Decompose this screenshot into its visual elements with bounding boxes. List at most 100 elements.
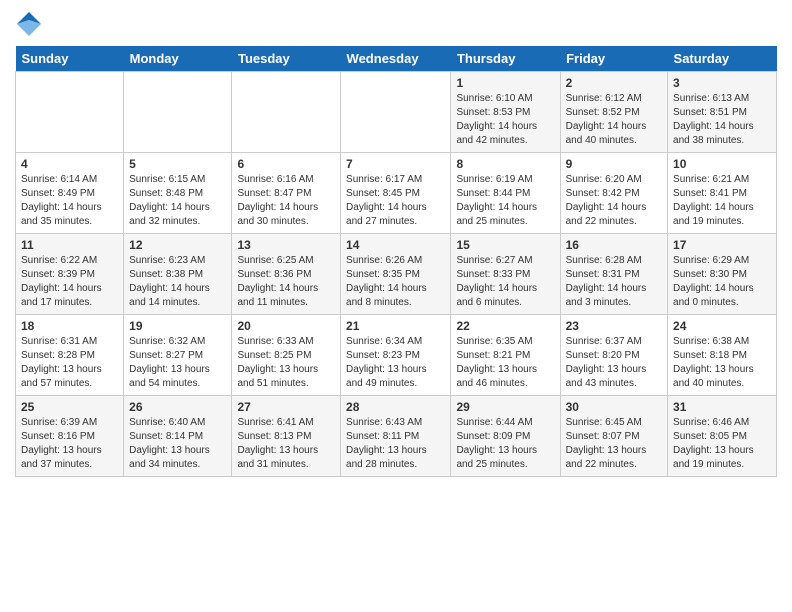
calendar-week-row: 18 Sunrise: 6:31 AM Sunset: 8:28 PM Dayli… — [16, 315, 777, 396]
calendar-cell: 19 Sunrise: 6:32 AM Sunset: 8:27 PM Dayli… — [124, 315, 232, 396]
calendar-cell: 22 Sunrise: 6:35 AM Sunset: 8:21 PM Dayli… — [451, 315, 560, 396]
day-info: Sunrise: 6:45 AM Sunset: 8:07 PM Dayligh… — [566, 416, 662, 472]
calendar-cell: 11 Sunrise: 6:22 AM Sunset: 8:39 PM Dayli… — [16, 234, 124, 315]
day-number: 12 — [129, 238, 226, 252]
weekday-header: Sunday — [16, 46, 124, 72]
day-info: Sunrise: 6:37 AM Sunset: 8:20 PM Dayligh… — [566, 335, 662, 391]
calendar-cell: 28Sunrise: 6:43 AM Sunset: 8:11 PM Dayli… — [341, 396, 451, 477]
day-number: 18 — [21, 319, 118, 333]
day-info: Sunrise: 6:17 AM Sunset: 8:45 PM Dayligh… — [346, 173, 445, 229]
day-info: Sunrise: 6:35 AM Sunset: 8:21 PM Dayligh… — [456, 335, 554, 391]
calendar-cell: 12Sunrise: 6:23 AM Sunset: 8:38 PM Dayli… — [124, 234, 232, 315]
day-number: 7 — [346, 157, 445, 171]
day-number: 17 — [673, 238, 771, 252]
calendar-cell: 16 Sunrise: 6:28 AM Sunset: 8:31 PM Dayli… — [560, 234, 667, 315]
day-info: Sunrise: 6:14 AM Sunset: 8:49 PM Dayligh… — [21, 173, 118, 229]
calendar-cell: 29 Sunrise: 6:44 AM Sunset: 8:09 PM Dayli… — [451, 396, 560, 477]
calendar-cell: 6 Sunrise: 6:16 AM Sunset: 8:47 PM Daylig… — [232, 153, 341, 234]
calendar-week-row: 11 Sunrise: 6:22 AM Sunset: 8:39 PM Dayli… — [16, 234, 777, 315]
day-number: 27 — [237, 400, 335, 414]
calendar-cell: 21Sunrise: 6:34 AM Sunset: 8:23 PM Dayli… — [341, 315, 451, 396]
day-info: Sunrise: 6:34 AM Sunset: 8:23 PM Dayligh… — [346, 335, 445, 391]
day-number: 4 — [21, 157, 118, 171]
calendar-cell: 23Sunrise: 6:37 AM Sunset: 8:20 PM Dayli… — [560, 315, 667, 396]
day-info: Sunrise: 6:40 AM Sunset: 8:14 PM Dayligh… — [129, 416, 226, 472]
day-number: 16 — [566, 238, 662, 252]
calendar-body: 1 Sunrise: 6:10 AM Sunset: 8:53 PM Daylig… — [16, 72, 777, 477]
day-info: Sunrise: 6:44 AM Sunset: 8:09 PM Dayligh… — [456, 416, 554, 472]
weekday-header: Friday — [560, 46, 667, 72]
day-number: 5 — [129, 157, 226, 171]
calendar-cell: 4 Sunrise: 6:14 AM Sunset: 8:49 PM Daylig… — [16, 153, 124, 234]
day-number: 14 — [346, 238, 445, 252]
day-number: 10 — [673, 157, 771, 171]
calendar-cell — [16, 72, 124, 153]
weekday-header: Tuesday — [232, 46, 341, 72]
calendar-cell — [341, 72, 451, 153]
day-number: 29 — [456, 400, 554, 414]
calendar-cell: 13Sunrise: 6:25 AM Sunset: 8:36 PM Dayli… — [232, 234, 341, 315]
day-number: 9 — [566, 157, 662, 171]
calendar-cell: 10 Sunrise: 6:21 AM Sunset: 8:41 PM Dayli… — [668, 153, 777, 234]
day-number: 31 — [673, 400, 771, 414]
day-info: Sunrise: 6:13 AM Sunset: 8:51 PM Dayligh… — [673, 92, 771, 148]
calendar-cell: 14 Sunrise: 6:26 AM Sunset: 8:35 PM Dayli… — [341, 234, 451, 315]
calendar-cell: 24 Sunrise: 6:38 AM Sunset: 8:18 PM Dayli… — [668, 315, 777, 396]
day-info: Sunrise: 6:31 AM Sunset: 8:28 PM Dayligh… — [21, 335, 118, 391]
calendar-cell: 17 Sunrise: 6:29 AM Sunset: 8:30 PM Dayli… — [668, 234, 777, 315]
calendar-week-row: 25Sunrise: 6:39 AM Sunset: 8:16 PM Dayli… — [16, 396, 777, 477]
day-info: Sunrise: 6:22 AM Sunset: 8:39 PM Dayligh… — [21, 254, 118, 310]
logo — [15, 10, 47, 38]
day-number: 20 — [237, 319, 335, 333]
calendar-cell: 3 Sunrise: 6:13 AM Sunset: 8:51 PM Daylig… — [668, 72, 777, 153]
day-number: 13 — [237, 238, 335, 252]
day-info: Sunrise: 6:38 AM Sunset: 8:18 PM Dayligh… — [673, 335, 771, 391]
calendar-cell — [232, 72, 341, 153]
weekday-header: Monday — [124, 46, 232, 72]
day-info: Sunrise: 6:27 AM Sunset: 8:33 PM Dayligh… — [456, 254, 554, 310]
logo-icon — [15, 10, 43, 38]
calendar-cell: 31 Sunrise: 6:46 AM Sunset: 8:05 PM Dayli… — [668, 396, 777, 477]
day-number: 22 — [456, 319, 554, 333]
day-number: 11 — [21, 238, 118, 252]
day-info: Sunrise: 6:26 AM Sunset: 8:35 PM Dayligh… — [346, 254, 445, 310]
header — [15, 10, 777, 38]
day-info: Sunrise: 6:20 AM Sunset: 8:42 PM Dayligh… — [566, 173, 662, 229]
calendar-cell — [124, 72, 232, 153]
calendar-header: SundayMondayTuesdayWednesdayThursdayFrid… — [16, 46, 777, 72]
day-number: 19 — [129, 319, 226, 333]
page-container: SundayMondayTuesdayWednesdayThursdayFrid… — [0, 0, 792, 487]
day-info: Sunrise: 6:16 AM Sunset: 8:47 PM Dayligh… — [237, 173, 335, 229]
header-row: SundayMondayTuesdayWednesdayThursdayFrid… — [16, 46, 777, 72]
weekday-header: Saturday — [668, 46, 777, 72]
calendar-cell: 1 Sunrise: 6:10 AM Sunset: 8:53 PM Daylig… — [451, 72, 560, 153]
calendar-cell: 5Sunrise: 6:15 AM Sunset: 8:48 PM Daylig… — [124, 153, 232, 234]
day-info: Sunrise: 6:46 AM Sunset: 8:05 PM Dayligh… — [673, 416, 771, 472]
calendar-cell: 18 Sunrise: 6:31 AM Sunset: 8:28 PM Dayli… — [16, 315, 124, 396]
calendar-cell: 2Sunrise: 6:12 AM Sunset: 8:52 PM Daylig… — [560, 72, 667, 153]
calendar-cell: 20Sunrise: 6:33 AM Sunset: 8:25 PM Dayli… — [232, 315, 341, 396]
day-info: Sunrise: 6:21 AM Sunset: 8:41 PM Dayligh… — [673, 173, 771, 229]
day-info: Sunrise: 6:10 AM Sunset: 8:53 PM Dayligh… — [456, 92, 554, 148]
calendar-cell: 15Sunrise: 6:27 AM Sunset: 8:33 PM Dayli… — [451, 234, 560, 315]
calendar-cell: 25Sunrise: 6:39 AM Sunset: 8:16 PM Dayli… — [16, 396, 124, 477]
weekday-header: Wednesday — [341, 46, 451, 72]
day-info: Sunrise: 6:29 AM Sunset: 8:30 PM Dayligh… — [673, 254, 771, 310]
day-number: 26 — [129, 400, 226, 414]
day-info: Sunrise: 6:39 AM Sunset: 8:16 PM Dayligh… — [21, 416, 118, 472]
calendar-cell: 27 Sunrise: 6:41 AM Sunset: 8:13 PM Dayli… — [232, 396, 341, 477]
day-info: Sunrise: 6:19 AM Sunset: 8:44 PM Dayligh… — [456, 173, 554, 229]
calendar-cell: 9 Sunrise: 6:20 AM Sunset: 8:42 PM Daylig… — [560, 153, 667, 234]
day-info: Sunrise: 6:28 AM Sunset: 8:31 PM Dayligh… — [566, 254, 662, 310]
day-number: 1 — [456, 76, 554, 90]
day-number: 2 — [566, 76, 662, 90]
day-number: 28 — [346, 400, 445, 414]
day-info: Sunrise: 6:41 AM Sunset: 8:13 PM Dayligh… — [237, 416, 335, 472]
day-number: 6 — [237, 157, 335, 171]
calendar-week-row: 4 Sunrise: 6:14 AM Sunset: 8:49 PM Daylig… — [16, 153, 777, 234]
calendar-cell: 8Sunrise: 6:19 AM Sunset: 8:44 PM Daylig… — [451, 153, 560, 234]
weekday-header: Thursday — [451, 46, 560, 72]
day-number: 3 — [673, 76, 771, 90]
day-number: 24 — [673, 319, 771, 333]
day-info: Sunrise: 6:32 AM Sunset: 8:27 PM Dayligh… — [129, 335, 226, 391]
